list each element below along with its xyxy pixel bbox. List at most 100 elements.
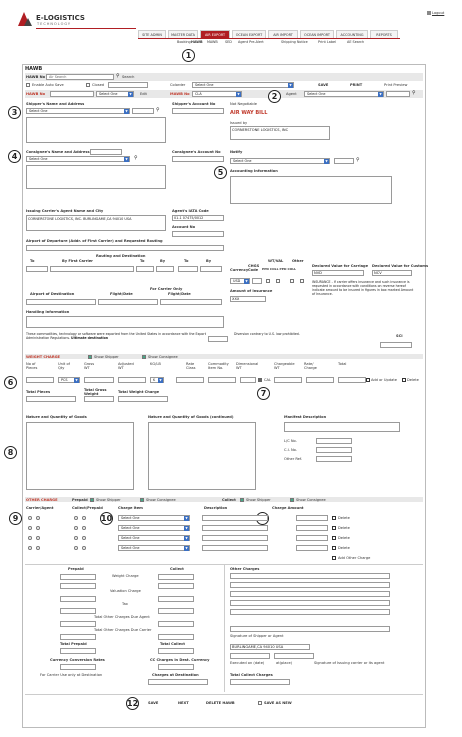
charge-amount-input[interactable] <box>296 515 328 521</box>
shipper-account-input[interactable] <box>172 108 224 114</box>
weight-prepaid-input[interactable] <box>60 583 96 589</box>
charge-item-select[interactable]: Select One ▼ <box>118 545 190 551</box>
insurance-input[interactable]: XXX <box>230 296 266 302</box>
collect-radio[interactable] <box>74 536 78 540</box>
tab-air-import[interactable]: AIR IMPORT <box>268 30 298 38</box>
save-as-new-checkbox[interactable] <box>258 701 262 705</box>
flight-date-input[interactable] <box>98 299 158 305</box>
search-icon[interactable]: ⚲ <box>412 91 416 96</box>
collect-radio[interactable] <box>74 516 78 520</box>
sci-input[interactable] <box>380 342 412 348</box>
issued-by-textarea[interactable]: CORNERSTONE LOGISTICS, INC <box>230 126 330 140</box>
cal-link[interactable]: CAL <box>264 378 271 382</box>
oc-show-consignee-checkbox[interactable] <box>140 498 144 502</box>
subnav-ae-search[interactable]: AE Search <box>347 40 364 44</box>
tax-collect-input[interactable] <box>158 608 194 614</box>
agent-prepaid-input[interactable] <box>60 621 96 627</box>
oc-show-consignee2-checkbox[interactable] <box>290 498 294 502</box>
subnav-agent-pre-alert[interactable]: Agent Pre-Alert <box>238 40 264 44</box>
print-preview-button[interactable]: Print Preview <box>384 83 407 87</box>
route-to-input[interactable] <box>26 266 48 272</box>
wt-ppd-checkbox[interactable] <box>266 279 270 283</box>
oc-show-shipper-checkbox[interactable] <box>90 498 94 502</box>
currency-select[interactable]: USD ▼ <box>230 278 250 284</box>
consignee-account-input[interactable] <box>172 156 224 162</box>
currency-rates-input[interactable] <box>60 664 96 670</box>
chargeable-input[interactable] <box>274 377 302 383</box>
charge-amount-input[interactable] <box>296 545 328 551</box>
total-input[interactable] <box>338 377 366 383</box>
kg-lb-select[interactable]: K ▼ <box>150 377 164 383</box>
carrier-prepaid-input[interactable] <box>60 634 96 640</box>
ultimate-destination-input[interactable] <box>208 336 228 342</box>
tab-reports[interactable]: REPORTS <box>370 30 398 38</box>
chgs-code-input[interactable] <box>252 278 262 284</box>
handling-textarea[interactable] <box>26 316 224 328</box>
mawb-select[interactable]: CLA ▼ <box>192 91 242 97</box>
prepaid-radio[interactable] <box>82 536 86 540</box>
declared-carriage-input[interactable]: NVD <box>312 270 364 276</box>
footer-save-button[interactable]: SAVE <box>148 701 158 705</box>
nature-textarea[interactable] <box>26 422 134 490</box>
tab-site-admin[interactable]: SITE ADMIN <box>138 30 166 38</box>
burlingame-input[interactable]: BURLINGAME,CA 94010 USA <box>230 644 310 650</box>
carrier-radio[interactable] <box>28 516 32 520</box>
shipper-select[interactable]: Select One ▼ <box>26 108 130 114</box>
airport-dest-input[interactable] <box>26 299 96 305</box>
prepaid-radio[interactable] <box>82 546 86 550</box>
subnav-mawb[interactable]: MAWB <box>207 40 218 44</box>
hawb-search-input[interactable]: Air Search <box>46 74 114 80</box>
tab-accounting[interactable]: ACCOUNTING <box>336 30 368 38</box>
subnav-shipping-notice[interactable]: Shipping Notice <box>281 40 308 44</box>
agent-select[interactable]: Select One ▼ <box>304 91 384 97</box>
valuation-prepaid-input[interactable] <box>60 596 96 602</box>
commodity-input[interactable] <box>208 377 236 383</box>
calculator-icon[interactable] <box>258 378 262 382</box>
route-to3-input[interactable] <box>178 266 198 272</box>
subnav-print-label[interactable]: Print Label <box>318 40 336 44</box>
consignee-select[interactable]: Select One ▼ <box>26 156 130 162</box>
charge-amount-input[interactable] <box>296 525 328 531</box>
closed-date-input[interactable] <box>108 82 148 88</box>
iata-input[interactable]: 01-1 07475/0012 <box>172 215 224 221</box>
carrier-radio[interactable] <box>28 536 32 540</box>
save-button[interactable]: SAVE <box>318 83 328 87</box>
search-link[interactable]: Search <box>122 75 134 79</box>
signature-shipper-input[interactable] <box>230 626 390 632</box>
valuation-collect-input[interactable] <box>158 596 194 602</box>
weight-show-consignee-checkbox[interactable] <box>142 355 146 359</box>
delete-charge-button[interactable]: Delete <box>338 536 350 540</box>
notify-select[interactable]: Select One ▼ <box>230 158 330 164</box>
enable-auto-save-checkbox[interactable] <box>26 83 30 87</box>
tab-ocean-export[interactable]: OCEAN EXPORT <box>232 30 266 38</box>
rate-charge-input[interactable] <box>306 377 334 383</box>
subnav-hawb[interactable]: HAWB <box>191 40 203 44</box>
delete-charge-button[interactable]: Delete <box>338 526 350 530</box>
other-charges-input-1[interactable] <box>230 573 390 579</box>
agent-radio[interactable] <box>36 526 40 530</box>
carrier-collect-input[interactable] <box>158 634 194 640</box>
route-to2-input[interactable] <box>136 266 154 272</box>
charge-item-select[interactable]: Select One ▼ <box>118 535 190 541</box>
agent-radio[interactable] <box>36 516 40 520</box>
departure-input[interactable] <box>26 245 224 251</box>
charge-item-select[interactable]: Select One ▼ <box>118 515 190 521</box>
weight-show-shipper-checkbox[interactable] <box>88 355 92 359</box>
total-collect-input[interactable] <box>158 648 194 654</box>
route-by-first-input[interactable] <box>50 266 134 272</box>
carrier-radio[interactable] <box>28 526 32 530</box>
footer-delete-button[interactable]: DELETE HAWB <box>206 701 235 705</box>
subnav-booking[interactable]: Booking <box>177 40 191 44</box>
oc-show-shipper2-checkbox[interactable] <box>240 498 244 502</box>
agent-radio[interactable] <box>36 536 40 540</box>
weight-delete-button[interactable]: Delete <box>407 378 419 382</box>
prepaid-radio[interactable] <box>82 516 86 520</box>
adjusted-wt-input[interactable] <box>118 377 146 383</box>
total-prepaid-input[interactable] <box>60 648 96 654</box>
add-update-button[interactable]: Add or Update <box>371 378 397 382</box>
shipper-address-textarea[interactable] <box>26 117 166 143</box>
tab-ocean-import[interactable]: OCEAN IMPORT <box>300 30 334 38</box>
tax-prepaid-input[interactable] <box>60 608 96 614</box>
nature-cont-textarea[interactable] <box>148 422 256 490</box>
agent-collect-input[interactable] <box>158 621 194 627</box>
